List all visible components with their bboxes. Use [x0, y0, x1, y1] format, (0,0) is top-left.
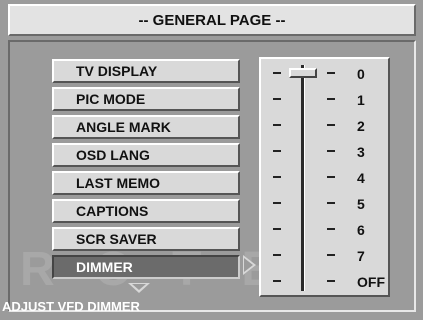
- slider-level-label: 3: [357, 144, 365, 160]
- arrow-right-icon: [243, 255, 256, 275]
- slider-tick-left: [273, 254, 281, 256]
- menu-item-osd-lang[interactable]: OSD LANG: [52, 143, 240, 167]
- arrow-down-icon: [128, 283, 150, 293]
- menu-item-last-memo[interactable]: LAST MEMO: [52, 171, 240, 195]
- slider-tick-left: [273, 98, 281, 100]
- dimmer-slider-panel[interactable]: 0 1 2 3 4 5 6 7 OFF: [259, 57, 390, 297]
- slider-tick-left: [273, 176, 281, 178]
- menu-item-scr-saver[interactable]: SCR SAVER: [52, 227, 240, 251]
- slider-tick-right: [327, 254, 335, 256]
- slider-track[interactable]: [301, 65, 305, 291]
- status-hint: ADJUST VFD DIMMER: [2, 299, 140, 314]
- page-title-bar: -- GENERAL PAGE --: [8, 4, 416, 36]
- slider-tick-right: [327, 150, 335, 152]
- slider-tick-left: [273, 72, 281, 74]
- menu-item-captions[interactable]: CAPTIONS: [52, 199, 240, 223]
- menu-item-dimmer[interactable]: DIMMER: [52, 255, 240, 279]
- slider-tick-left: [273, 202, 281, 204]
- slider-level-label: 4: [357, 170, 365, 186]
- slider-level-label: 6: [357, 222, 365, 238]
- slider-thumb[interactable]: [289, 68, 317, 78]
- slider-level-label: OFF: [357, 274, 385, 290]
- slider-tick-left: [273, 280, 281, 282]
- slider-level-label: 0: [357, 66, 365, 82]
- slider-tick-right: [327, 98, 335, 100]
- slider-level-label: 5: [357, 196, 365, 212]
- menu-item-angle-mark[interactable]: ANGLE MARK: [52, 115, 240, 139]
- slider-tick-left: [273, 124, 281, 126]
- slider-level-label: 2: [357, 118, 365, 134]
- slider-tick-right: [327, 72, 335, 74]
- slider-tick-right: [327, 280, 335, 282]
- menu-item-tv-display[interactable]: TV DISPLAY: [52, 59, 240, 83]
- slider-tick-right: [327, 202, 335, 204]
- slider-tick-right: [327, 176, 335, 178]
- slider-level-label: 1: [357, 92, 365, 108]
- page-title: -- GENERAL PAGE --: [138, 11, 286, 29]
- slider-level-label: 7: [357, 248, 365, 264]
- slider-tick-right: [327, 124, 335, 126]
- slider-tick-left: [273, 228, 281, 230]
- menu-item-pic-mode[interactable]: PIC MODE: [52, 87, 240, 111]
- slider-tick-left: [273, 150, 281, 152]
- slider-tick-right: [327, 228, 335, 230]
